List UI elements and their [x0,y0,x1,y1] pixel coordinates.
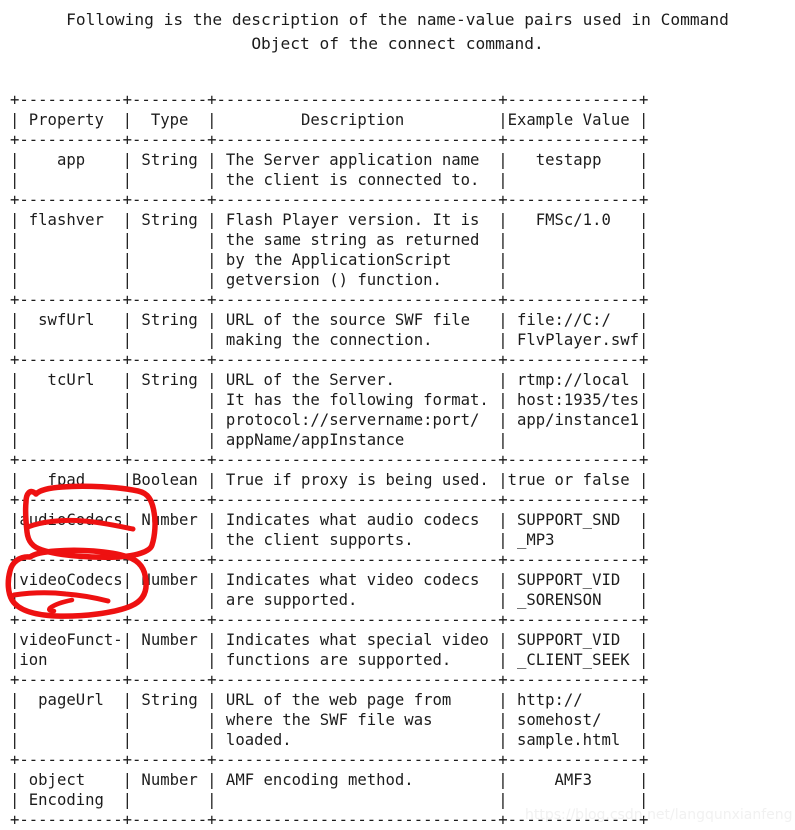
ascii-table: +-----------+--------+------------------… [10,90,649,829]
watermark: https://blog.csdn.net/langqunxianfeng [525,807,793,823]
intro-line-2: Object of the connect command. [251,34,544,53]
intro-paragraph: Following is the description of the name… [0,8,795,56]
intro-line-1: Following is the description of the name… [66,10,729,29]
